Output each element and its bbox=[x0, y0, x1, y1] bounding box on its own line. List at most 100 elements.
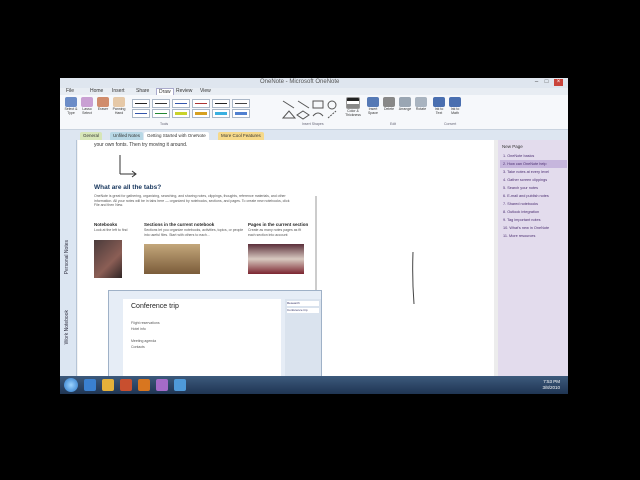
arrange-icon bbox=[399, 97, 411, 107]
page-tab[interactable]: 4. Gather screen clippings bbox=[500, 176, 567, 184]
onenote-icon[interactable] bbox=[156, 379, 168, 391]
pen-swatch[interactable] bbox=[212, 99, 230, 108]
color-thickness-label: Color & Thickness bbox=[345, 109, 361, 117]
pen-swatch[interactable] bbox=[132, 99, 150, 108]
section-tabs: General Unfiled Notes Getting Started wi… bbox=[60, 130, 568, 140]
menu-review[interactable]: Review bbox=[176, 88, 192, 94]
curve-shape-icon[interactable] bbox=[312, 112, 324, 117]
embedded-page-title: Conference trip bbox=[131, 303, 179, 310]
pen-stroke bbox=[175, 112, 187, 115]
pen-swatch[interactable] bbox=[232, 99, 250, 108]
pen-swatch[interactable] bbox=[152, 99, 170, 108]
arrow-shape-icon[interactable] bbox=[297, 100, 310, 109]
ink-to-text-button[interactable]: Ink to Text bbox=[432, 97, 446, 117]
delete-label: Delete bbox=[383, 107, 395, 111]
panning-hand-button[interactable]: Panning Hand bbox=[112, 97, 126, 117]
select-type-button[interactable]: Select & Type bbox=[64, 97, 78, 117]
column-sections-title: Sections in the current notebook bbox=[144, 222, 215, 227]
new-page-button[interactable]: New Page bbox=[502, 144, 523, 149]
color-thickness-icon bbox=[346, 97, 360, 109]
pen-swatch[interactable] bbox=[172, 99, 190, 108]
page-tab[interactable]: 5. Search your notes bbox=[500, 184, 567, 192]
page-tab[interactable]: 6. E-mail and publish notes bbox=[500, 192, 567, 200]
intro-text: your own fonts. Then try moving it aroun… bbox=[94, 142, 188, 148]
clock-time: 7:53 PM bbox=[543, 379, 560, 384]
note-page[interactable]: your own fonts. Then try moving it aroun… bbox=[78, 140, 496, 378]
start-button-icon[interactable] bbox=[64, 378, 78, 392]
page-tab[interactable]: 11. More resources bbox=[500, 232, 567, 240]
menu-home[interactable]: Home bbox=[90, 88, 103, 94]
internet-explorer-icon[interactable] bbox=[84, 379, 96, 391]
circle-shape-icon[interactable] bbox=[327, 100, 337, 110]
highlighter-swatch[interactable] bbox=[212, 109, 230, 118]
firefox-icon[interactable] bbox=[138, 379, 150, 391]
pen-swatch[interactable] bbox=[132, 109, 150, 118]
network-icon[interactable] bbox=[174, 379, 186, 391]
pen-stroke bbox=[215, 103, 227, 104]
insert-space-label: Insert Space bbox=[368, 107, 378, 115]
tab-getting-started[interactable]: Getting Started with OneNote bbox=[144, 132, 209, 140]
delete-button[interactable]: Delete bbox=[382, 97, 396, 117]
insert-space-button[interactable]: Insert Space bbox=[366, 97, 380, 117]
menu-share[interactable]: Share bbox=[136, 88, 149, 94]
pen-swatch[interactable] bbox=[152, 109, 170, 118]
desktop-screen: OneNote - Microsoft OneNote – □ × File H… bbox=[60, 78, 568, 394]
window-title: OneNote - Microsoft OneNote bbox=[260, 79, 340, 85]
page-tab[interactable]: 9. Tag important notes bbox=[500, 216, 567, 224]
delete-icon bbox=[383, 97, 395, 107]
taskbar: 7:53 PM 3/8/2010 bbox=[60, 376, 568, 394]
ink-to-math-button[interactable]: Ink to Math bbox=[448, 97, 462, 117]
menu-view[interactable]: View bbox=[200, 88, 211, 94]
close-icon[interactable]: × bbox=[554, 79, 563, 86]
page-tab[interactable]: 8. Outlook integration bbox=[500, 208, 567, 216]
highlighter-swatch[interactable] bbox=[192, 109, 210, 118]
diamond-shape-icon[interactable] bbox=[296, 110, 310, 120]
pen-swatch[interactable] bbox=[192, 99, 210, 108]
ink-to-math-label: Ink to Math bbox=[450, 107, 460, 115]
arrow-illustration bbox=[119, 155, 137, 178]
pen-stroke bbox=[135, 103, 147, 104]
media-player-icon[interactable] bbox=[120, 379, 132, 391]
arrange-button[interactable]: Arrange bbox=[398, 97, 412, 117]
menu-file[interactable]: File bbox=[66, 88, 74, 94]
eraser-button[interactable]: Eraser bbox=[96, 97, 110, 117]
embedded-page: Conference trip Flight reservations Hote… bbox=[123, 299, 281, 377]
system-clock[interactable]: 7:53 PM 3/8/2010 bbox=[542, 379, 560, 391]
embedded-line: Contacts bbox=[131, 345, 145, 349]
highlighter-swatch[interactable] bbox=[172, 109, 190, 118]
line-shape-icon[interactable] bbox=[282, 100, 295, 109]
notebook-personal-notes[interactable]: Personal Notes bbox=[64, 240, 70, 274]
rectangle-shape-icon[interactable] bbox=[312, 100, 324, 109]
page-tab[interactable]: 3. Take notes at every level bbox=[500, 168, 567, 176]
page-tab[interactable]: 2. How can OneNote help bbox=[500, 160, 567, 168]
section-heading: What are all the tabs? bbox=[94, 184, 162, 191]
dashed-line-shape-icon[interactable] bbox=[327, 110, 337, 119]
highlighter-swatch[interactable] bbox=[232, 109, 250, 118]
insert-space-icon bbox=[367, 97, 379, 107]
triangle-shape-icon[interactable] bbox=[281, 110, 297, 119]
color-thickness-button[interactable]: Color & Thickness bbox=[344, 97, 362, 117]
menu-insert[interactable]: Insert bbox=[112, 88, 125, 94]
page-tab[interactable]: 7. Shared notebooks bbox=[500, 200, 567, 208]
maximize-icon[interactable]: □ bbox=[542, 79, 551, 86]
notebook-work-notebook[interactable]: Work Notebook bbox=[64, 310, 70, 344]
rotate-label: Rotate bbox=[415, 107, 427, 111]
tab-general[interactable]: General bbox=[80, 132, 103, 140]
tab-unfiled-notes[interactable]: Unfiled Notes bbox=[110, 132, 144, 140]
pen-stroke bbox=[235, 112, 247, 115]
page-tab[interactable]: 10. What's new in OneNote bbox=[500, 224, 567, 232]
ink-to-text-label: Ink to Text bbox=[434, 107, 444, 115]
pen-stroke bbox=[155, 113, 167, 114]
column-sections-text: Sections let you organize notebooks, act… bbox=[144, 228, 244, 237]
eraser-icon bbox=[97, 97, 109, 107]
explorer-icon[interactable] bbox=[102, 379, 114, 391]
minimize-icon[interactable]: – bbox=[532, 79, 541, 86]
page-tab[interactable]: 1. OneNote basics bbox=[500, 152, 567, 160]
intro-paragraph: OneNote is great for gathering, organizi… bbox=[94, 194, 290, 207]
group-label-convert: Convert bbox=[444, 122, 457, 126]
tab-more-cool-features[interactable]: More Cool Features bbox=[218, 132, 264, 140]
rotate-button[interactable]: Rotate bbox=[414, 97, 428, 117]
shapes-gallery[interactable] bbox=[280, 98, 340, 120]
lasso-select-button[interactable]: Lasso Select bbox=[80, 97, 94, 117]
eraser-label: Eraser bbox=[97, 107, 109, 111]
